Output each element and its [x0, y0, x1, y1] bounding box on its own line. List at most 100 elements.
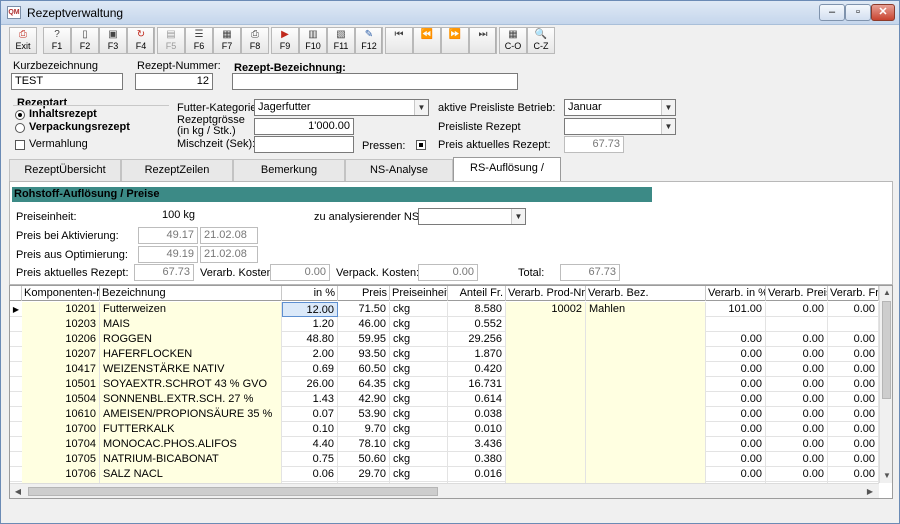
toolbar-button-f12[interactable]: ✎ F12 [355, 27, 383, 54]
table-cell[interactable]: WEIZENSTÄRKE NATIV [100, 362, 282, 377]
table-cell[interactable]: 0.75 [282, 452, 338, 467]
table-cell[interactable]: 10705 [22, 452, 100, 467]
table-row[interactable]: 10207 HAFERFLOCKEN 2.00 93.50 ckg 1.870 0.00 0.… [10, 347, 879, 362]
table-cell[interactable]: ckg [390, 317, 448, 332]
table-cell[interactable]: 0.69 [282, 362, 338, 377]
scroll-down-icon[interactable]: ▼ [880, 469, 892, 483]
row-selector[interactable] [10, 377, 22, 392]
table-cell[interactable]: ckg [390, 422, 448, 437]
table-cell[interactable]: 8.580 [448, 302, 506, 317]
table-cell[interactable]: Futterweizen [100, 302, 282, 317]
table-cell[interactable] [586, 317, 706, 332]
table-cell[interactable] [506, 407, 586, 422]
rezept-nummer-input[interactable]: 12 [135, 73, 213, 90]
table-cell[interactable]: 0.552 [448, 317, 506, 332]
tab-2[interactable]: RezeptZeilen [121, 159, 233, 181]
row-selector[interactable] [10, 422, 22, 437]
table-cell[interactable] [586, 392, 706, 407]
toolbar-button-first[interactable]: ⏮ [385, 27, 413, 54]
table-cell[interactable]: 10002 [506, 302, 586, 317]
table-row[interactable]: 10610 AMEISEN/PROPIONSÄURE 35 % 0.07 53.90 c… [10, 407, 879, 422]
table-cell[interactable]: ckg [390, 332, 448, 347]
table-cell[interactable] [506, 452, 586, 467]
table-cell[interactable]: 0.00 [766, 377, 828, 392]
table-cell[interactable]: 0.420 [448, 362, 506, 377]
toolbar-button-cz[interactable]: 🔍 C-Z [527, 27, 555, 54]
table-cell[interactable]: 10207 [22, 347, 100, 362]
table-cell[interactable]: 0.00 [766, 422, 828, 437]
table-cell[interactable] [586, 407, 706, 422]
table-cell[interactable]: 0.00 [706, 392, 766, 407]
preisliste-rezept-select[interactable]: ▼ [564, 118, 676, 135]
column-header-5[interactable]: Preiseinheit [390, 286, 448, 301]
column-header-3[interactable]: in % [282, 286, 338, 301]
table-cell[interactable] [706, 317, 766, 332]
table-row[interactable]: 10704 MONOCAC.PHOS.ALIFOS 4.40 78.10 ckg 3.43… [10, 437, 879, 452]
current-row-indicator-icon[interactable]: ▶ [10, 302, 22, 317]
table-cell[interactable]: 16.731 [448, 377, 506, 392]
mischzeit-input[interactable] [254, 136, 354, 153]
table-cell[interactable] [506, 467, 586, 482]
toolbar-button-f8[interactable]: ⎙ F8 [241, 27, 269, 54]
table-cell[interactable] [586, 467, 706, 482]
table-cell[interactable]: 101.00 [706, 302, 766, 317]
table-cell[interactable]: NATRIUM-BICABONAT [100, 452, 282, 467]
toolbar-button-f11[interactable]: ▧ F11 [327, 27, 355, 54]
table-cell[interactable] [506, 362, 586, 377]
close-button[interactable]: ✕ [871, 4, 895, 21]
table-cell[interactable]: ckg [390, 452, 448, 467]
table-cell[interactable]: 10417 [22, 362, 100, 377]
table-cell[interactable]: 0.038 [448, 407, 506, 422]
table-row[interactable]: 10504 SONNENBL.EXTR.SCH. 27 % 1.43 42.90 ckg… [10, 392, 879, 407]
table-cell[interactable]: AMEISEN/PROPIONSÄURE 35 % [100, 407, 282, 422]
table-cell[interactable]: 0.00 [828, 437, 879, 452]
table-cell[interactable]: 0.00 [828, 452, 879, 467]
table-cell[interactable]: 0.10 [282, 422, 338, 437]
table-cell[interactable]: 10206 [22, 332, 100, 347]
tab-5[interactable]: RS-Auflösung / Preise [453, 157, 561, 194]
ns-select[interactable]: ▼ [418, 208, 526, 225]
scroll-up-icon[interactable]: ▲ [880, 286, 892, 300]
table-cell[interactable] [586, 437, 706, 452]
table-cell[interactable]: 60.50 [338, 362, 390, 377]
table-row[interactable]: 10501 SOYAEXTR.SCHROT 43 % GVO 26.00 64.35 c… [10, 377, 879, 392]
table-cell[interactable]: 0.00 [706, 332, 766, 347]
table-cell[interactable]: 1.20 [282, 317, 338, 332]
table-cell[interactable]: 0.00 [828, 347, 879, 362]
toolbar-button-last[interactable]: ⏭ [469, 27, 497, 54]
table-cell[interactable]: 0.380 [448, 452, 506, 467]
chevron-down-icon[interactable]: ▼ [661, 119, 675, 134]
table-cell[interactable]: 0.00 [766, 332, 828, 347]
pressen-checkbox[interactable] [416, 140, 426, 150]
toolbar-button-co[interactable]: ▦ C-O [499, 27, 527, 54]
rezeptgroesse-input[interactable]: 1'000.00 [254, 118, 354, 135]
table-cell[interactable]: 0.00 [828, 407, 879, 422]
table-cell[interactable] [506, 392, 586, 407]
table-cell[interactable]: 0.016 [448, 467, 506, 482]
vertical-scroll-thumb[interactable] [882, 301, 891, 399]
row-selector[interactable] [10, 347, 22, 362]
row-selector[interactable] [10, 452, 22, 467]
table-cell[interactable] [586, 422, 706, 437]
toolbar-button-prev[interactable]: ⏪ [413, 27, 441, 54]
table-cell[interactable]: SOYAEXTR.SCHROT 43 % GVO [100, 377, 282, 392]
table-cell[interactable]: ckg [390, 407, 448, 422]
table-cell[interactable]: 93.50 [338, 347, 390, 362]
tab-3[interactable]: Bemerkung [233, 159, 345, 181]
table-cell[interactable]: 0.00 [766, 362, 828, 377]
table-cell[interactable] [766, 317, 828, 332]
column-header-8[interactable]: Verarb. Bez. [586, 286, 706, 301]
table-cell[interactable] [506, 332, 586, 347]
table-cell[interactable]: 26.00 [282, 377, 338, 392]
table-cell[interactable]: 10504 [22, 392, 100, 407]
table-cell[interactable]: 0.00 [828, 332, 879, 347]
table-cell[interactable]: ckg [390, 467, 448, 482]
toolbar-button-f7[interactable]: ▦ F7 [213, 27, 241, 54]
table-cell[interactable]: 0.00 [706, 347, 766, 362]
tab-1[interactable]: RezeptÜbersicht [9, 159, 121, 181]
toolbar-button-f2[interactable]: ▯ F2 [71, 27, 99, 54]
toolbar-button-f1[interactable]: ? F1 [43, 27, 71, 54]
table-cell[interactable]: 0.00 [706, 437, 766, 452]
table-cell[interactable]: 59.95 [338, 332, 390, 347]
table-row[interactable]: 10706 SALZ NACL 0.06 29.70 ckg 0.016 0.00 0.00 0… [10, 467, 879, 482]
